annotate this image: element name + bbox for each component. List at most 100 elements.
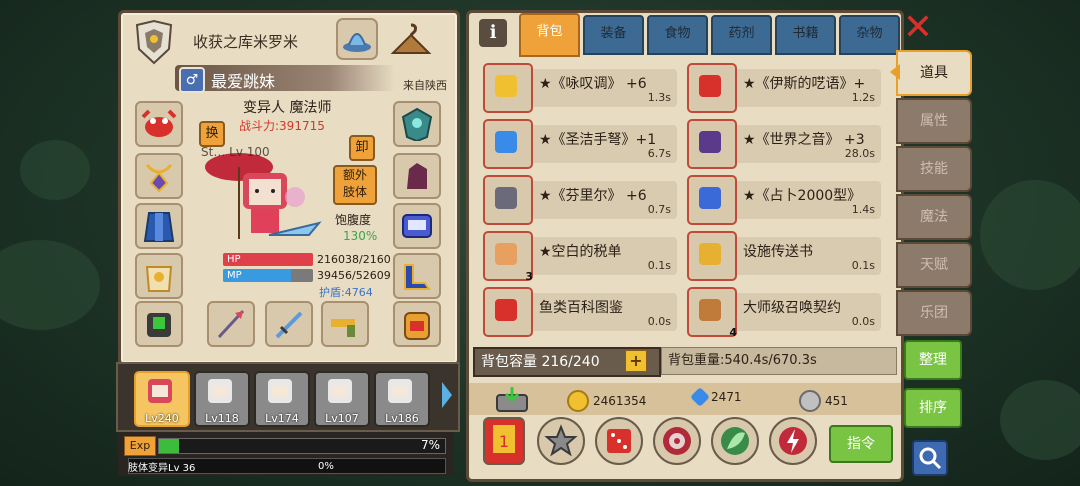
unequip-button[interactable]: 卸: [349, 135, 375, 161]
side-tab-3[interactable]: 魔法: [896, 194, 972, 240]
party-member[interactable]: Lv174: [254, 371, 310, 427]
item-artwork-icon: [699, 187, 721, 209]
silver-amount: 451: [825, 394, 848, 408]
equip-slot-glove[interactable]: [393, 153, 441, 199]
item-artwork-icon: [699, 131, 721, 153]
limb-mutation-label: 肢体变异Lv 36: [128, 463, 196, 474]
tab-5[interactable]: 杂物: [839, 15, 900, 55]
side-tab-4[interactable]: 天赋: [896, 242, 972, 288]
equip-slot-cloak[interactable]: [135, 203, 183, 249]
equip-slot-backpack[interactable]: [393, 301, 441, 347]
nature-filter-button[interactable]: [711, 417, 759, 465]
extra-limb-button[interactable]: 额外 肢体: [333, 165, 377, 205]
item-weight: 0.7s: [647, 203, 671, 216]
favorite-filter-button[interactable]: [537, 417, 585, 465]
exp-percent: 7%: [420, 438, 440, 452]
info-button[interactable]: ℹ: [479, 19, 507, 47]
gauntlet-icon: [407, 163, 427, 189]
side-tab-1[interactable]: 属性: [896, 98, 972, 144]
equip-slot-weapon-3[interactable]: [321, 301, 369, 347]
equip-slot-accessory[interactable]: [135, 301, 183, 347]
side-tab-0[interactable]: 道具: [896, 50, 972, 96]
item-icon: [687, 119, 737, 169]
party-member-level: Lv107: [325, 412, 359, 425]
combat-power: 战斗力:391715: [239, 119, 325, 133]
party-portrait-icon: [208, 379, 232, 403]
party-member-level: Lv186: [385, 412, 419, 425]
item-name: ★《咏叹调》 +6: [539, 76, 647, 92]
item-icon: [483, 119, 533, 169]
close-icon[interactable]: ✕: [902, 10, 934, 46]
inventory-item[interactable]: ★《世界之音》 +3 28.0s: [683, 117, 883, 169]
hp-label: HP: [227, 254, 241, 265]
background-foliage: [980, 180, 1080, 290]
inventory-item[interactable]: 4 大师级召唤契约 0.0s: [683, 285, 883, 339]
wardrobe-hanger-icon[interactable]: [389, 17, 433, 61]
equip-slot-armor[interactable]: [135, 253, 183, 299]
lightning-icon: [779, 427, 807, 455]
item-name: 鱼类百科图鉴: [539, 300, 623, 316]
equip-slot-helmet[interactable]: [135, 101, 183, 147]
inventory-item[interactable]: ★《芬里尔》 +6 0.7s: [479, 173, 679, 225]
equip-slot-weapon-1[interactable]: [207, 301, 255, 347]
party-member[interactable]: Lv240: [134, 371, 190, 427]
star-icon: [544, 424, 578, 457]
tab-4[interactable]: 书籍: [775, 15, 836, 55]
hp-value: 216038/2160: [317, 253, 391, 266]
target-filter-button[interactable]: [653, 417, 701, 465]
party-next-arrow-icon[interactable]: [440, 380, 454, 410]
equip-slot-shield[interactable]: [393, 101, 441, 147]
item-icon: [483, 287, 533, 337]
dice-icon: [607, 429, 631, 453]
item-weight: 0.0s: [851, 315, 875, 328]
inventory-item[interactable]: ★《占卜2000型》 1.4s: [683, 173, 883, 225]
item-artwork-icon: [495, 299, 517, 321]
inventory-item[interactable]: ★《咏叹调》 +6 1.3s: [479, 61, 679, 113]
character-level-overlay: St… Lv 100: [201, 145, 270, 159]
amulet-icon: [145, 163, 173, 193]
tab-0[interactable]: 背包: [519, 13, 580, 57]
item-name: ★空白的税单: [539, 244, 622, 260]
organize-button[interactable]: 整理: [904, 340, 962, 380]
inventory-panel: ℹ 背包 装备 食物 药剂 书籍 杂物 ★《咏叹调》 +6 1.3s ★《伊斯的呓语》+ 1.2…: [466, 10, 904, 482]
staff-icon: [217, 309, 245, 339]
side-tab-2[interactable]: 技能: [896, 146, 972, 192]
guild-emblem-icon[interactable]: [133, 19, 175, 65]
item-artwork-icon: [495, 243, 517, 265]
mp-label: MP: [227, 270, 242, 281]
mp-bar: MP: [223, 269, 313, 282]
item-weight: 0.1s: [647, 259, 671, 272]
party-member[interactable]: Lv118: [194, 371, 250, 427]
inventory-item[interactable]: 设施传送书 0.1s: [683, 229, 883, 281]
portal-icon[interactable]: [335, 17, 379, 61]
inventory-item[interactable]: ★《圣洁手弩》+1 6.7s: [479, 117, 679, 169]
inventory-item[interactable]: 鱼类百科图鉴 0.0s: [479, 285, 679, 337]
expand-capacity-button[interactable]: +: [625, 350, 647, 372]
search-button[interactable]: [912, 440, 948, 476]
lightning-filter-button[interactable]: [769, 417, 817, 465]
bag-weight: 背包重量:540.4s/670.3s: [661, 347, 897, 375]
dice-filter-button[interactable]: [595, 417, 643, 465]
command-button[interactable]: 指令: [829, 425, 893, 463]
sort-button[interactable]: 排序: [904, 388, 962, 428]
crab-helmet-icon: [141, 109, 177, 137]
storage-download-icon[interactable]: [495, 385, 529, 413]
equip-slot-boots[interactable]: [393, 253, 441, 299]
tab-2[interactable]: 食物: [647, 15, 708, 55]
side-tab-5[interactable]: 乐团: [896, 290, 972, 336]
equip-slot-weapon-2[interactable]: [265, 301, 313, 347]
sort-number-button[interactable]: 1: [483, 417, 525, 465]
name-banner: [175, 65, 395, 91]
location-title: 收获之库米罗米: [193, 33, 299, 51]
item-icon: [483, 175, 533, 225]
party-member[interactable]: Lv186: [374, 371, 430, 427]
inventory-item[interactable]: 3 ★空白的税单 0.1s: [479, 229, 679, 283]
equip-slot-device[interactable]: [393, 203, 441, 249]
party-member[interactable]: Lv107: [314, 371, 370, 427]
tab-1[interactable]: 装备: [583, 15, 644, 55]
equip-slot-amulet[interactable]: [135, 153, 183, 199]
silver-coin-icon: [799, 390, 821, 412]
inventory-item[interactable]: ★《伊斯的呓语》+ 1.2s: [683, 61, 883, 113]
item-weight: 0.1s: [851, 259, 875, 272]
tab-3[interactable]: 药剂: [711, 15, 772, 55]
